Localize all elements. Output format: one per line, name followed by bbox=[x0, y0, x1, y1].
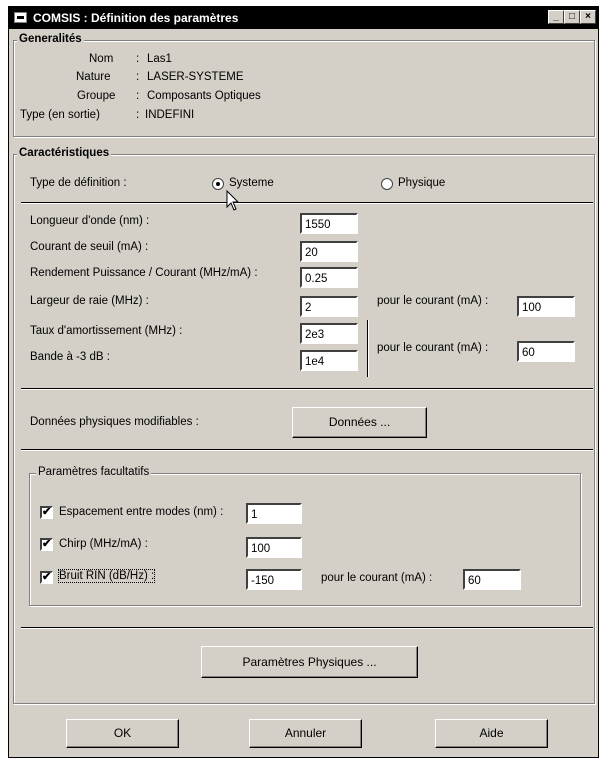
groupe-value: Composants Optiques bbox=[147, 90, 261, 102]
rendement-input[interactable]: 0.25 bbox=[300, 267, 358, 288]
bruit-checkbox[interactable]: ✔ bbox=[40, 571, 53, 584]
app-icon[interactable] bbox=[14, 12, 27, 23]
chirp-input[interactable]: 100 bbox=[246, 537, 302, 558]
type-sortie-value: INDEFINI bbox=[145, 109, 195, 121]
longueur-label: Longueur d'onde (nm) : bbox=[30, 215, 150, 227]
radio-systeme[interactable] bbox=[212, 178, 224, 190]
taux-courant-input[interactable]: 60 bbox=[517, 341, 575, 362]
donnees-button[interactable]: Données ... bbox=[292, 407, 427, 438]
separator-line bbox=[21, 449, 593, 451]
courant-seuil-input[interactable]: 20 bbox=[300, 241, 358, 262]
mouse-cursor-icon bbox=[226, 190, 240, 211]
type-definition-label: Type de définition : bbox=[30, 177, 127, 189]
separator: : bbox=[136, 109, 140, 121]
minimize-button[interactable]: _ bbox=[548, 10, 564, 24]
donnees-label: Données physiques modifiables : bbox=[30, 416, 199, 428]
caracteristiques-title: Caractéristiques bbox=[17, 147, 112, 159]
espacement-input[interactable]: 1 bbox=[246, 503, 302, 524]
espacement-checkbox[interactable]: ✔ bbox=[40, 506, 53, 519]
nom-label: Nom bbox=[89, 53, 114, 65]
bande-label: Bande à -3 dB : bbox=[30, 351, 110, 363]
facultatifs-title: Paramètres facultatifs bbox=[36, 466, 152, 478]
window-title: COMSIS : Définition des paramètres bbox=[33, 11, 239, 25]
parametres-physiques-button[interactable]: Paramètres Physiques ... bbox=[201, 646, 418, 678]
separator-line bbox=[21, 202, 593, 204]
largeur-label: Largeur de raie (MHz) : bbox=[30, 295, 149, 307]
radio-physique-label[interactable]: Physique bbox=[398, 177, 445, 189]
nature-value: LASER-SYSTEME bbox=[147, 71, 244, 83]
courant-seuil-label: Courant de seuil (mA) : bbox=[30, 241, 149, 253]
taux-courant-label: pour le courant (mA) : bbox=[377, 342, 489, 354]
longueur-input[interactable]: 1550 bbox=[300, 213, 358, 234]
separator: : bbox=[136, 71, 140, 83]
separator: : bbox=[136, 90, 140, 102]
bruit-label[interactable]: Bruit RIN (dB/Hz) : bbox=[57, 569, 156, 583]
title-bar[interactable]: COMSIS : Définition des paramètres _ □ × bbox=[9, 7, 598, 29]
espacement-label[interactable]: Espacement entre modes (nm) : bbox=[59, 506, 223, 518]
taux-label: Taux d'amortissement (MHz) : bbox=[30, 325, 183, 337]
vertical-separator bbox=[367, 320, 369, 377]
dialog-window: COMSIS : Définition des paramètres _ □ ×… bbox=[8, 6, 599, 758]
groupe-label: Groupe bbox=[77, 90, 116, 102]
radio-systeme-label[interactable]: Systeme bbox=[229, 177, 274, 189]
separator-line bbox=[21, 388, 593, 390]
bruit-input[interactable]: -150 bbox=[246, 569, 302, 590]
taux-input[interactable]: 2e3 bbox=[300, 323, 358, 344]
rendement-label: Rendement Puissance / Courant (MHz/mA) : bbox=[30, 267, 258, 279]
radio-selected-dot bbox=[216, 182, 220, 186]
bande-input[interactable]: 1e4 bbox=[300, 350, 358, 371]
ok-button[interactable]: OK bbox=[66, 719, 179, 748]
radio-physique[interactable] bbox=[381, 178, 393, 190]
maximize-button[interactable]: □ bbox=[564, 10, 580, 24]
annuler-button[interactable]: Annuler bbox=[249, 719, 362, 748]
largeur-input[interactable]: 2 bbox=[300, 296, 358, 317]
separator: : bbox=[136, 53, 140, 65]
bruit-courant-label: pour le courant (mA) : bbox=[321, 572, 433, 584]
largeur-courant-label: pour le courant (mA) : bbox=[377, 295, 489, 307]
type-sortie-label: Type (en sortie) bbox=[20, 109, 100, 121]
close-button[interactable]: × bbox=[580, 10, 596, 24]
nom-value: Las1 bbox=[147, 53, 172, 65]
bruit-courant-input[interactable]: 60 bbox=[463, 569, 521, 590]
largeur-courant-input[interactable]: 100 bbox=[517, 296, 575, 317]
nature-label: Nature bbox=[76, 71, 111, 83]
separator-line bbox=[21, 627, 593, 629]
generalites-title: Generalités bbox=[17, 33, 84, 45]
aide-button[interactable]: Aide bbox=[435, 719, 548, 748]
chirp-label[interactable]: Chirp (MHz/mA) : bbox=[59, 538, 148, 550]
chirp-checkbox[interactable]: ✔ bbox=[40, 538, 53, 551]
